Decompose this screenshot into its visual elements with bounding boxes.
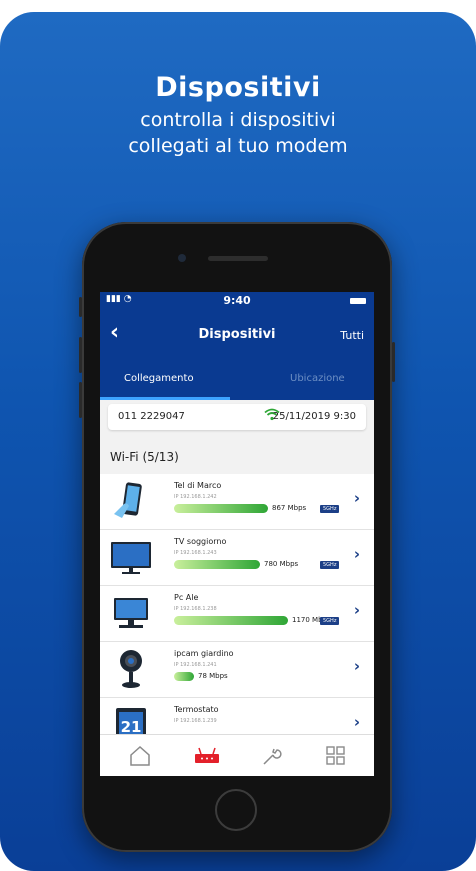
speed-bar <box>174 504 268 513</box>
device-name: ipcam giardino <box>174 649 234 658</box>
home-icon[interactable] <box>128 745 152 767</box>
device-row[interactable]: Pc Ale IP 192.168.1.238 1170 Mbps 5GHz › <box>100 586 374 642</box>
chevron-right-icon: › <box>353 489 360 507</box>
chevron-right-icon: › <box>353 657 360 675</box>
phone-power-button <box>392 342 395 382</box>
phone-frame: ▮▮▮ ◔ 9:40 ‹ Dispositivi Tutti Collegame… <box>79 222 395 852</box>
device-speed: 78 Mbps <box>198 672 228 680</box>
device-name: Tel di Marco <box>174 481 222 490</box>
status-time: 9:40 <box>223 294 251 307</box>
page-title: Dispositivi <box>198 327 276 342</box>
device-name: TV soggiorno <box>174 537 227 546</box>
promo-subtitle-line-1: controlla i dispositivi <box>140 109 336 131</box>
chevron-right-icon: › <box>353 545 360 563</box>
device-row[interactable]: ipcam giardino IP 192.168.1.241 78 Mbps … <box>100 642 374 698</box>
speed-bar <box>174 616 288 625</box>
segment-tabs: Collegamento Ubicazione <box>100 364 374 400</box>
phone-mute-switch <box>79 297 82 317</box>
promo-headline: Dispositivi controlla i dispositivi coll… <box>0 72 476 159</box>
promo-title: Dispositivi <box>155 72 321 103</box>
speed-bar <box>174 560 260 569</box>
status-bar: ▮▮▮ ◔ 9:40 <box>100 292 374 310</box>
band-badge: 5GHz <box>320 505 340 513</box>
active-tab-indicator <box>100 397 230 400</box>
front-camera <box>178 254 186 262</box>
tv-icon <box>110 536 152 578</box>
device-row[interactable]: TV soggiorno IP 192.168.1.243 780 Mbps 5… <box>100 530 374 586</box>
device-ip: IP 192.168.1.243 <box>174 550 217 556</box>
bottom-tab-bar <box>100 734 374 776</box>
tab-ubicazione[interactable]: Ubicazione <box>290 373 345 384</box>
modem-icon[interactable] <box>194 745 219 767</box>
connection-card: 011 2229047 25/11/2019 9:30 <box>108 404 366 430</box>
chevron-right-icon: › <box>353 713 360 731</box>
band-badge: 5GHz <box>320 561 340 569</box>
desktop-computer-icon <box>110 592 152 634</box>
band-badge: 5GHz <box>320 617 340 625</box>
promo-subtitle: controlla i dispositivi collegati al tuo… <box>0 107 476 159</box>
app-screen: ▮▮▮ ◔ 9:40 ‹ Dispositivi Tutti Collegame… <box>100 292 374 776</box>
home-button[interactable] <box>215 789 257 831</box>
device-list: Tel di Marco IP 192.168.1.242 867 Mbps 5… <box>100 474 374 754</box>
chevron-right-icon: › <box>353 601 360 619</box>
wrench-icon[interactable] <box>260 745 284 767</box>
phone-volume-down <box>79 382 82 418</box>
line-number: 011 2229047 <box>118 411 185 422</box>
device-speed: 780 Mbps <box>264 560 299 568</box>
device-speed: 867 Mbps <box>272 504 307 512</box>
tutti-button[interactable]: Tutti <box>340 329 364 342</box>
speed-bar <box>174 672 194 681</box>
battery-icon <box>350 298 366 304</box>
device-ip: IP 192.168.1.238 <box>174 606 217 612</box>
earpiece-speaker <box>208 256 268 261</box>
tab-collegamento[interactable]: Collegamento <box>124 373 194 384</box>
device-ip: IP 192.168.1.241 <box>174 662 217 668</box>
wifi-section-label: Wi-Fi (5/13) <box>110 450 179 464</box>
grid-icon[interactable] <box>324 745 348 767</box>
device-ip: IP 192.168.1.239 <box>174 718 217 724</box>
connection-timestamp: 25/11/2019 9:30 <box>272 411 356 422</box>
device-ip: IP 192.168.1.242 <box>174 494 217 500</box>
promo-subtitle-line-2: collegati al tuo modem <box>128 135 348 157</box>
promo-background: Dispositivi controlla i dispositivi coll… <box>0 12 476 871</box>
ip-camera-icon <box>110 648 152 690</box>
device-name: Termostato <box>174 705 219 714</box>
smartphone-icon <box>110 480 152 522</box>
phone-volume-up <box>79 337 82 373</box>
device-row[interactable]: Tel di Marco IP 192.168.1.242 867 Mbps 5… <box>100 474 374 530</box>
device-name: Pc Ale <box>174 593 199 602</box>
navigation-bar: ‹ Dispositivi Tutti <box>100 310 374 364</box>
